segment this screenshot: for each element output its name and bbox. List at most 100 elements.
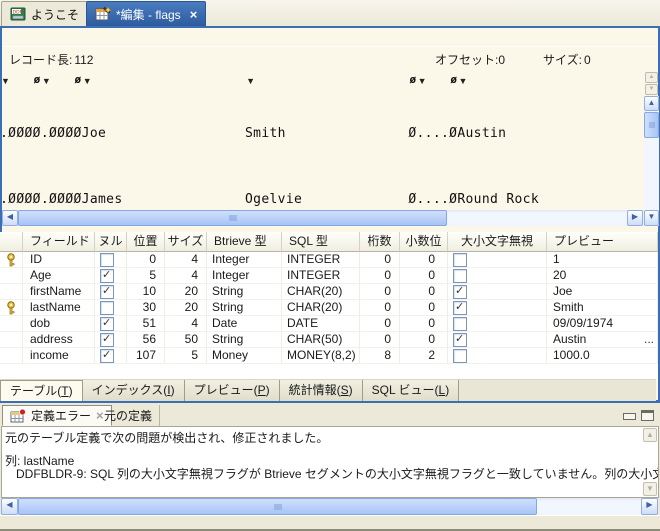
- table-row[interactable]: dob 51 4 Date DATE 0 0 09/09/1974: [0, 316, 658, 332]
- sql-type-cell[interactable]: INTEGER: [282, 252, 360, 268]
- sql-type-cell[interactable]: CHAR(20): [282, 300, 360, 316]
- maximize-view-icon[interactable]: [641, 410, 654, 421]
- digits-cell[interactable]: 0: [360, 252, 400, 268]
- sql-type-cell[interactable]: CHAR(20): [282, 284, 360, 300]
- preview-cell[interactable]: 20: [547, 268, 658, 284]
- size-cell[interactable]: 4: [165, 252, 207, 268]
- case-insensitive-checkbox[interactable]: [453, 301, 467, 315]
- column-header-btrieve-type[interactable]: Btrieve 型: [207, 232, 282, 252]
- null-checkbox[interactable]: [100, 349, 114, 363]
- tab-indexes[interactable]: インデックス(I): [83, 380, 185, 401]
- preview-cell[interactable]: Joe: [547, 284, 658, 300]
- null-checkbox[interactable]: [100, 301, 114, 315]
- hex-vscroll-down-arrow-icon[interactable]: ▼: [644, 210, 659, 226]
- case-insensitive-checkbox[interactable]: [453, 317, 467, 331]
- tab-sql-view[interactable]: SQL ビュー(L): [363, 380, 460, 401]
- digits-cell[interactable]: 0: [360, 268, 400, 284]
- null-checkbox[interactable]: [100, 317, 114, 331]
- digits-cell[interactable]: 0: [360, 316, 400, 332]
- digits-cell[interactable]: 0: [360, 284, 400, 300]
- error-hscroll-right-arrow-icon[interactable]: ▶: [641, 498, 658, 515]
- column-header-decimals[interactable]: 小数位: [400, 232, 448, 252]
- digits-cell[interactable]: 0: [360, 332, 400, 348]
- digits-cell[interactable]: 0: [360, 300, 400, 316]
- ruler-scroll-down-icon[interactable]: ▼: [645, 84, 658, 95]
- error-hscrollbar[interactable]: ◀ ▶: [0, 498, 660, 515]
- hex-vscroll-thumb[interactable]: [644, 112, 659, 138]
- field-name-cell[interactable]: lastName: [23, 300, 95, 316]
- hex-ruler[interactable]: ▼ø▼ø▼▼ø▼ø▼: [0, 73, 640, 89]
- sql-type-cell[interactable]: CHAR(50): [282, 332, 360, 348]
- error-hscroll-thumb[interactable]: [18, 498, 537, 515]
- decimals-cell[interactable]: 2: [400, 348, 448, 364]
- size-cell[interactable]: 20: [165, 300, 207, 316]
- preview-cell[interactable]: 1000.0: [547, 348, 658, 364]
- btrieve-type-cell[interactable]: Integer: [207, 268, 282, 284]
- table-row[interactable]: ID 0 4 Integer INTEGER 0 0 1: [0, 252, 658, 268]
- column-header-position[interactable]: 位置: [127, 232, 165, 252]
- table-row[interactable]: Age 5 4 Integer INTEGER 0 0 20: [0, 268, 658, 284]
- size-cell[interactable]: 4: [165, 316, 207, 332]
- column-header-case-insensitive[interactable]: 大小文字無視: [448, 232, 547, 252]
- table-row[interactable]: income 107 5 Money MONEY(8,2) 8 2 1000.0: [0, 348, 658, 364]
- position-cell[interactable]: 107: [127, 348, 165, 364]
- field-name-cell[interactable]: firstName: [23, 284, 95, 300]
- field-name-cell[interactable]: ID: [23, 252, 95, 268]
- column-header-digits[interactable]: 桁数: [360, 232, 400, 252]
- case-insensitive-checkbox[interactable]: [453, 349, 467, 363]
- column-header-size[interactable]: サイズ: [165, 232, 207, 252]
- sql-type-cell[interactable]: INTEGER: [282, 268, 360, 284]
- size-cell[interactable]: 5: [165, 348, 207, 364]
- tab-original-definition[interactable]: 元の定義: [97, 405, 160, 426]
- decimals-cell[interactable]: 0: [400, 268, 448, 284]
- case-insensitive-checkbox[interactable]: [453, 285, 467, 299]
- digits-cell[interactable]: 8: [360, 348, 400, 364]
- preview-cell[interactable]: Smith: [547, 300, 658, 316]
- hex-record-1[interactable]: .ØØØØ.ØØØØJoe Smith Ø....ØAustin 0000010…: [0, 96, 641, 141]
- tab-definition-errors[interactable]: 定義エラー ×: [2, 405, 112, 426]
- field-name-cell[interactable]: Age: [23, 268, 95, 284]
- null-checkbox[interactable]: [100, 269, 114, 283]
- position-cell[interactable]: 51: [127, 316, 165, 332]
- position-cell[interactable]: 0: [127, 252, 165, 268]
- position-cell[interactable]: 30: [127, 300, 165, 316]
- field-name-cell[interactable]: address: [23, 332, 95, 348]
- btrieve-type-cell[interactable]: Date: [207, 316, 282, 332]
- hex-hscroll-thumb[interactable]: [18, 210, 447, 226]
- btrieve-type-cell[interactable]: String: [207, 300, 282, 316]
- ruler-scroll-up-icon[interactable]: ▲: [645, 72, 658, 83]
- case-insensitive-checkbox[interactable]: [453, 333, 467, 347]
- table-row[interactable]: firstName 10 20 String CHAR(20) 0 0 Joe: [0, 284, 658, 300]
- tab-close-icon[interactable]: ×: [190, 8, 198, 21]
- size-cell[interactable]: 4: [165, 268, 207, 284]
- hex-record-2[interactable]: .ØØØØ.ØØØØJames Ogelvie Ø....ØRound Rock…: [0, 162, 641, 207]
- btrieve-type-cell[interactable]: Integer: [207, 252, 282, 268]
- size-cell[interactable]: 50: [165, 332, 207, 348]
- table-row[interactable]: lastName 30 20 String CHAR(20) 0 0 Smith: [0, 300, 658, 316]
- null-checkbox[interactable]: [100, 285, 114, 299]
- key-column-header[interactable]: [0, 232, 23, 252]
- hex-hscroll-right-arrow-icon[interactable]: ▶: [627, 210, 643, 226]
- field-name-cell[interactable]: dob: [23, 316, 95, 332]
- null-checkbox[interactable]: [100, 253, 114, 267]
- tab-statistics[interactable]: 統計情報(S): [280, 380, 363, 401]
- position-cell[interactable]: 56: [127, 332, 165, 348]
- tab-preview[interactable]: プレビュー(P): [185, 380, 280, 401]
- decimals-cell[interactable]: 0: [400, 332, 448, 348]
- column-header-null[interactable]: ヌル: [95, 232, 127, 252]
- btrieve-type-cell[interactable]: Money: [207, 348, 282, 364]
- preview-cell[interactable]: 1: [547, 252, 658, 268]
- error-vscroll-up-arrow-icon[interactable]: ▲: [643, 428, 657, 442]
- size-cell[interactable]: 20: [165, 284, 207, 300]
- null-checkbox[interactable]: [100, 333, 114, 347]
- column-header-sql-type[interactable]: SQL 型: [282, 232, 360, 252]
- btrieve-type-cell[interactable]: String: [207, 284, 282, 300]
- position-cell[interactable]: 5: [127, 268, 165, 284]
- btrieve-type-cell[interactable]: String: [207, 332, 282, 348]
- tab-welcome[interactable]: DDF ようこそ: [1, 1, 88, 26]
- decimals-cell[interactable]: 0: [400, 284, 448, 300]
- sql-type-cell[interactable]: MONEY(8,2): [282, 348, 360, 364]
- tab-table[interactable]: テーブル(T): [0, 380, 83, 401]
- minimize-view-icon[interactable]: [623, 413, 636, 420]
- table-row[interactable]: address 56 50 String CHAR(50) 0 0 Austin…: [0, 332, 658, 348]
